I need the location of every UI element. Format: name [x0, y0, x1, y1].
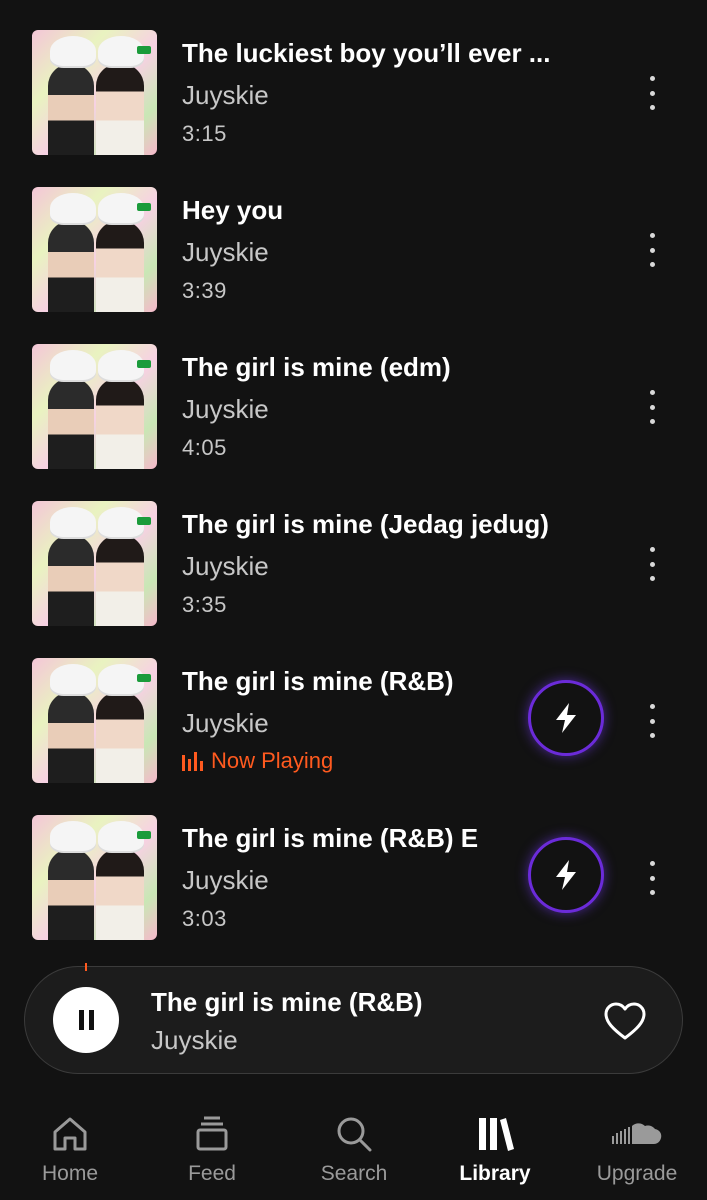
album-artwork	[32, 187, 157, 312]
track-artist: Juyskie	[182, 551, 269, 581]
heart-outline-icon[interactable]	[603, 1001, 647, 1041]
track-artist: Juyskie	[182, 237, 269, 267]
feed-icon	[196, 1116, 228, 1151]
track-title: The girl is mine (Jedag jedug)	[182, 509, 549, 539]
nav-home[interactable]: Home	[10, 1114, 130, 1186]
more-options-icon[interactable]	[640, 861, 664, 895]
track-row[interactable]: The luckiest boy you’ll ever ... Juyskie…	[0, 30, 707, 160]
album-artwork	[32, 815, 157, 940]
soundcloud-icon	[612, 1123, 662, 1144]
lightning-icon	[556, 860, 576, 890]
track-artist: Juyskie	[182, 394, 269, 424]
nav-search-label: Search	[320, 1162, 388, 1185]
home-icon	[53, 1117, 87, 1151]
mini-player-title: The girl is mine (R&B)	[151, 987, 423, 1017]
album-artwork	[32, 344, 157, 469]
playback-progress-indicator	[85, 963, 87, 971]
nav-feed-label: Feed	[188, 1162, 236, 1185]
track-row[interactable]: The girl is mine (R&B) E Juyskie 3:03	[0, 815, 707, 945]
nav-library[interactable]: Library	[435, 1114, 555, 1186]
track-row-now-playing[interactable]: The girl is mine (R&B) Juyskie Now Playi…	[0, 658, 707, 788]
album-artwork	[32, 501, 157, 626]
track-title: Hey you	[182, 195, 284, 225]
pause-icon	[78, 1010, 94, 1030]
track-duration: 4:05	[182, 435, 227, 460]
track-duration: 3:39	[182, 278, 227, 303]
mini-player[interactable]: The girl is mine (R&B) Juyskie	[24, 963, 683, 1074]
more-options-icon[interactable]	[640, 547, 664, 581]
more-options-icon[interactable]	[640, 76, 664, 110]
now-playing-label: Now Playing	[211, 748, 334, 773]
bottom-navigation: Home Feed Search Library Upgrade	[0, 1100, 707, 1200]
more-options-icon[interactable]	[640, 390, 664, 424]
search-icon	[337, 1117, 372, 1152]
track-row[interactable]: The girl is mine (edm) Juyskie 4:05	[0, 344, 707, 474]
track-duration: 3:03	[182, 906, 227, 931]
now-playing-status: Now Playing	[182, 748, 333, 774]
boost-button[interactable]	[528, 837, 604, 913]
lightning-icon	[556, 703, 576, 733]
nav-library-label: Library	[459, 1162, 531, 1185]
track-title: The luckiest boy you’ll ever ...	[182, 38, 551, 68]
equalizer-icon	[182, 751, 203, 771]
nav-home-label: Home	[41, 1162, 99, 1185]
track-artist: Juyskie	[182, 708, 269, 738]
mini-player-artist: Juyskie	[151, 1025, 238, 1055]
track-row[interactable]: Hey you Juyskie 3:39	[0, 187, 707, 317]
track-title: The girl is mine (edm)	[182, 352, 451, 382]
track-duration: 3:15	[182, 121, 227, 146]
library-icon	[479, 1118, 514, 1151]
nav-upgrade[interactable]: Upgrade	[577, 1114, 697, 1186]
track-row[interactable]: The girl is mine (Jedag jedug) Juyskie 3…	[0, 501, 707, 631]
album-artwork	[32, 658, 157, 783]
pause-button[interactable]	[53, 987, 119, 1053]
track-artist: Juyskie	[182, 80, 269, 110]
nav-search[interactable]: Search	[294, 1114, 414, 1186]
track-duration: 3:35	[182, 592, 227, 617]
track-artist: Juyskie	[182, 865, 269, 895]
track-title: The girl is mine (R&B)	[182, 666, 454, 696]
nav-feed[interactable]: Feed	[152, 1114, 272, 1186]
nav-upgrade-label: Upgrade	[596, 1162, 678, 1185]
boost-button[interactable]	[528, 680, 604, 756]
more-options-icon[interactable]	[640, 233, 664, 267]
more-options-icon[interactable]	[640, 704, 664, 738]
album-artwork	[32, 30, 157, 155]
track-title: The girl is mine (R&B) E	[182, 823, 479, 853]
